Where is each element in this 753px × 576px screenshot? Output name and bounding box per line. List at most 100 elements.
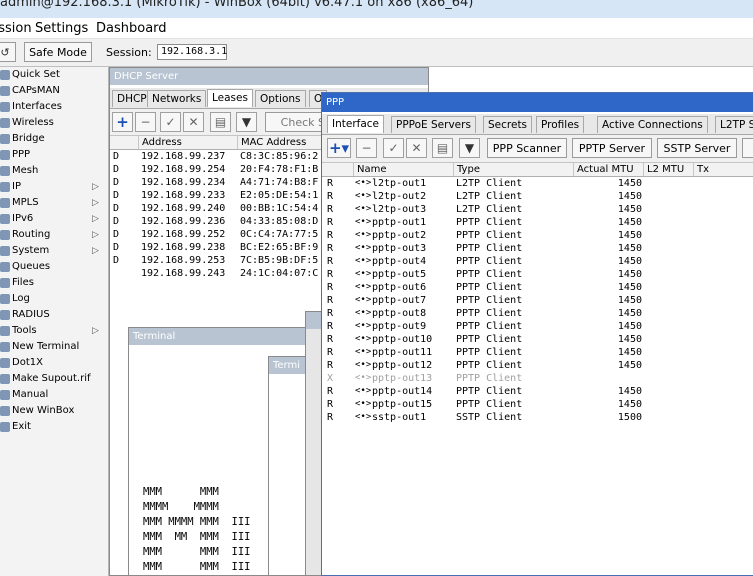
minus-icon: − [361, 141, 372, 155]
remove-button[interactable]: − [135, 112, 156, 132]
table-row[interactable]: R <•> pptp-out15 PPTP Client 1450 [322, 398, 753, 411]
sidebar-item-dot1x[interactable]: Dot1X [0, 355, 108, 371]
sidebar-item-tools[interactable]: Tools ▷ [0, 323, 108, 339]
interface-actual-mtu: 1500 [617, 412, 642, 423]
table-row[interactable]: R <•> pptp-out6 PPTP Client 1450 [322, 281, 753, 294]
column-tx[interactable]: Tx [693, 163, 709, 176]
interface-type: L2TP Client [456, 178, 523, 189]
column-address[interactable]: Address [138, 136, 182, 149]
table-row[interactable]: R <•> pptp-out10 PPTP Client 1450 [322, 333, 753, 346]
table-row[interactable]: R <•> pptp-out9 PPTP Client 1450 [322, 320, 753, 333]
sidebar-item-new-winbox[interactable]: New WinBox [0, 403, 108, 419]
sidebar-item-ip[interactable]: IP ▷ [0, 179, 108, 195]
comment-button[interactable]: ▤ [210, 112, 231, 132]
table-row[interactable]: R <•> pptp-out3 PPTP Client 1450 [322, 242, 753, 255]
table-row[interactable]: R <•> pptp-out7 PPTP Client 1450 [322, 294, 753, 307]
menu-dashboard[interactable]: Dashboard [96, 21, 167, 36]
enable-button[interactable]: ✓ [160, 112, 181, 132]
sidebar-item-make-supout-rif[interactable]: Make Supout.rif [0, 371, 108, 387]
pptp-server-button[interactable]: PPTP Server [572, 138, 652, 158]
ppp-filter-button[interactable]: ▼ [459, 138, 480, 158]
ppp-scanner-button[interactable]: PPP Scanner [487, 138, 567, 158]
sidebar-item-interfaces[interactable]: Interfaces [0, 99, 108, 115]
sidebar-item-log[interactable]: Log [0, 291, 108, 307]
safe-mode-button[interactable]: Safe Mode [24, 42, 92, 62]
tab-l2tp-servers[interactable]: L2TP S [715, 116, 753, 133]
ppp-remove-button[interactable]: − [356, 138, 377, 158]
add-button[interactable]: + [112, 112, 133, 132]
menu-bar: Session Settings Dashboard [0, 18, 753, 39]
submenu-arrow-icon: ▷ [92, 182, 99, 192]
lease-address: 192.168.99.234 [141, 177, 226, 188]
table-row[interactable]: R <•> pptp-out14 PPTP Client 1450 [322, 385, 753, 398]
sidebar-item-mpls[interactable]: MPLS ▷ [0, 195, 108, 211]
table-row[interactable]: R <•> l2tp-out1 L2TP Client 1450 [322, 177, 753, 190]
sidebar-item-label: Make Supout.rif [12, 373, 91, 384]
table-row[interactable]: R <•> pptp-out12 PPTP Client 1450 [322, 359, 753, 372]
tab-interface[interactable]: Interface [327, 115, 385, 133]
sidebar-item-radius[interactable]: RADIUS [0, 307, 108, 323]
table-row[interactable]: R <•> sstp-out1 SSTP Client 1500 [322, 411, 753, 424]
l2tp-server-button[interactable]: L [742, 138, 753, 158]
sidebar-item-wireless[interactable]: Wireless [0, 115, 108, 131]
ppp-disable-button[interactable]: ✕ [406, 138, 427, 158]
column-l2-mtu[interactable]: L2 MTU [643, 163, 684, 176]
table-row[interactable]: R <•> pptp-out2 PPTP Client 1450 [322, 229, 753, 242]
column-name[interactable]: Name [353, 163, 387, 176]
table-row[interactable]: R <•> pptp-out4 PPTP Client 1450 [322, 255, 753, 268]
sidebar-item-files[interactable]: Files [0, 275, 108, 291]
table-row[interactable]: R <•> pptp-out11 PPTP Client 1450 [322, 346, 753, 359]
terminal-title[interactable]: Terminal [129, 328, 327, 345]
disable-button[interactable]: ✕ [183, 112, 204, 132]
table-row[interactable]: R <•> pptp-out5 PPTP Client 1450 [322, 268, 753, 281]
table-row[interactable]: R <•> l2tp-out3 L2TP Client 1450 [322, 203, 753, 216]
sidebar-item-mesh[interactable]: Mesh [0, 163, 108, 179]
tab-secrets[interactable]: Secrets [483, 116, 533, 133]
tab-profiles[interactable]: Profiles [536, 116, 585, 133]
tab-pppoe-servers[interactable]: PPPoE Servers [391, 116, 476, 133]
submenu-arrow-icon: ▷ [92, 230, 99, 240]
sidebar-item-bridge[interactable]: Bridge [0, 131, 108, 147]
session-field[interactable]: 192.168.3.1 [157, 44, 227, 60]
ppp-window-title[interactable]: PPP [322, 93, 753, 112]
ppp-enable-button[interactable]: ✓ [383, 138, 404, 158]
tab-dhcp[interactable]: DHCP [112, 90, 152, 107]
tab-leases[interactable]: Leases [207, 89, 253, 107]
table-row[interactable]: R <•> l2tp-out2 L2TP Client 1450 [322, 190, 753, 203]
column-actual-mtu[interactable]: Actual MTU [573, 163, 634, 176]
lease-flag: D [113, 164, 120, 175]
column-type[interactable]: Type [453, 163, 480, 176]
sidebar-item-manual[interactable]: Manual [0, 387, 108, 403]
sidebar-item-ppp[interactable]: PPP [0, 147, 108, 163]
filter-button[interactable]: ▼ [236, 112, 257, 132]
sidebar-item-exit[interactable]: Exit [0, 419, 108, 435]
table-row[interactable]: R <•> pptp-out8 PPTP Client 1450 [322, 307, 753, 320]
sidebar-item-queues[interactable]: Queues [0, 259, 108, 275]
sidebar-item-routing[interactable]: Routing ▷ [0, 227, 108, 243]
undo-button[interactable]: ↺ [0, 42, 16, 62]
sidebar-item-capsman[interactable]: CAPsMAN [0, 83, 108, 99]
interface-type: PPTP Client [456, 321, 523, 332]
interface-name: pptp-out2 [372, 230, 427, 241]
interface-flag: R [327, 204, 334, 215]
sstp-server-button[interactable]: SSTP Server [657, 138, 737, 158]
tab-networks[interactable]: Networks [147, 90, 207, 107]
interface-flag: R [327, 191, 334, 202]
menu-settings[interactable]: Settings [35, 21, 88, 36]
sidebar-item-label: Routing [12, 229, 51, 240]
sidebar-item-system[interactable]: System ▷ [0, 243, 108, 259]
tab-active-connections[interactable]: Active Connections [597, 116, 708, 133]
table-row[interactable]: R <•> pptp-out1 PPTP Client 1450 [322, 216, 753, 229]
column-mac-address[interactable]: MAC Address [237, 136, 306, 149]
sidebar-item-quick-set[interactable]: Quick Set [0, 67, 108, 83]
sidebar-item-new-terminal[interactable]: New Terminal [0, 339, 108, 355]
menu-session[interactable]: Session [0, 21, 32, 36]
ppp-comment-button[interactable]: ▤ [432, 138, 453, 158]
interface-type-icon: <•> [355, 360, 372, 370]
tab-options[interactable]: Options [255, 90, 306, 107]
table-row[interactable]: X <•> pptp-out13 PPTP Client [322, 372, 753, 385]
ppp-add-button[interactable]: +▾ [327, 138, 351, 158]
interface-type: L2TP Client [456, 204, 523, 215]
dhcp-window-title[interactable]: DHCP Server [110, 68, 428, 85]
sidebar-item-ipv6[interactable]: IPv6 ▷ [0, 211, 108, 227]
